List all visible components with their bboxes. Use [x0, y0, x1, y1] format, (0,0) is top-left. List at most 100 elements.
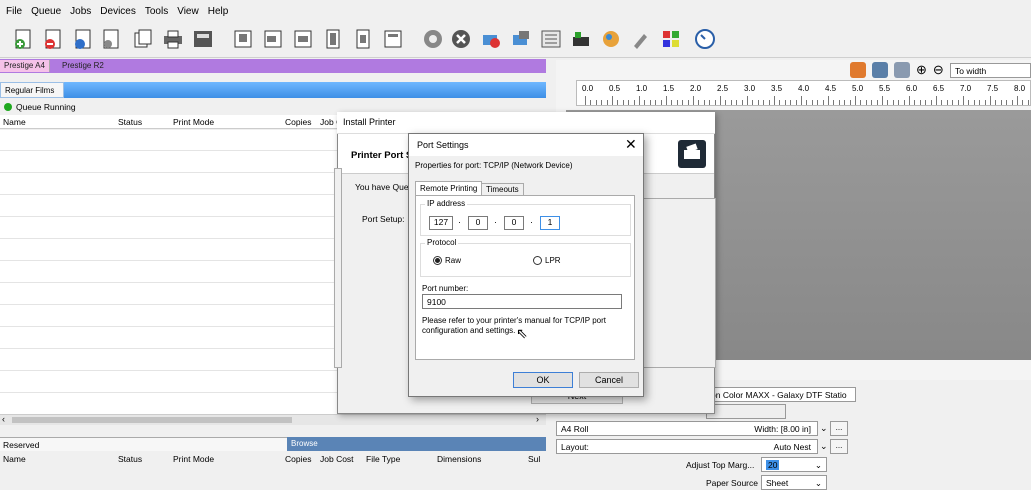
color-icon[interactable]: [598, 25, 624, 53]
layout-select[interactable]: Layout: Auto Nest: [556, 439, 818, 454]
ip-octet-4[interactable]: 1: [540, 216, 560, 230]
ruler-tick: [990, 96, 991, 105]
align-left-icon[interactable]: [260, 25, 286, 53]
menu-jobs[interactable]: Jobs: [70, 6, 91, 17]
paper-source-select[interactable]: Sheet ⌄: [761, 475, 827, 490]
roll-more-button[interactable]: ...: [830, 421, 848, 436]
chevron-down-icon[interactable]: ⌄: [820, 441, 828, 452]
rotate-icon[interactable]: [350, 25, 376, 53]
copy-job-icon[interactable]: [130, 25, 156, 53]
ink-icon[interactable]: [568, 25, 594, 53]
col-dimensions[interactable]: Dimensions: [437, 452, 481, 466]
horizontal-scrollbar[interactable]: ‹ ›: [0, 414, 546, 425]
zoom-select[interactable]: To width: [950, 63, 1031, 78]
zoom-in-icon[interactable]: ⊕: [916, 62, 927, 78]
scroll-thumb[interactable]: [12, 417, 292, 423]
films-label[interactable]: Regular Films: [0, 82, 64, 98]
layout-more-button[interactable]: ...: [830, 439, 848, 454]
lpr-radio[interactable]: [533, 256, 542, 265]
cancel-button[interactable]: Cancel: [579, 372, 639, 388]
ip-octet-2[interactable]: 0: [468, 216, 488, 230]
align-top-icon[interactable]: [230, 25, 256, 53]
port-number-field[interactable]: 9100: [422, 294, 622, 309]
menu-help[interactable]: Help: [208, 6, 229, 17]
ruler-tick: [973, 100, 975, 105]
layout-label: Layout:: [561, 442, 589, 452]
ip-octet-1[interactable]: 127: [429, 216, 453, 230]
ruler-label: 0.0: [582, 84, 594, 93]
ruler-tick: [725, 100, 727, 105]
ruler-tick: [914, 100, 916, 105]
col-status[interactable]: Status: [118, 115, 142, 129]
align-vertical-icon[interactable]: [320, 25, 346, 53]
ruler-tick: [595, 100, 597, 105]
adjust-top-margin-select[interactable]: 20 ⌄: [761, 457, 827, 472]
grid-icon[interactable]: [894, 62, 910, 78]
ruler-tick: [887, 100, 889, 105]
ruler-tick: [617, 100, 619, 105]
job-icon[interactable]: [98, 25, 124, 53]
paper-source-value: Sheet: [766, 478, 789, 488]
ruler-tick: [1011, 100, 1013, 105]
add-job-icon[interactable]: [10, 25, 36, 53]
printer-logo-icon: [678, 140, 706, 168]
brush-icon[interactable]: [628, 25, 654, 53]
print-red-icon[interactable]: [478, 25, 504, 53]
ip-address-label: IP address: [425, 199, 468, 208]
print-preview-icon[interactable]: [850, 62, 866, 78]
reserved-label[interactable]: Reserved: [3, 440, 39, 450]
col-print-mode[interactable]: Print Mode: [173, 452, 214, 466]
col-print-mode[interactable]: Print Mode: [173, 115, 214, 129]
scroll-right-icon[interactable]: ›: [536, 414, 539, 424]
col-name[interactable]: Name: [3, 115, 26, 129]
layout-icon[interactable]: [190, 25, 216, 53]
tab-timeouts[interactable]: Timeouts: [481, 183, 524, 195]
scroll-left-icon[interactable]: ‹: [2, 414, 5, 424]
col-status[interactable]: Status: [118, 452, 142, 466]
menu-view[interactable]: View: [177, 6, 199, 17]
menu-file[interactable]: File: [6, 6, 22, 17]
col-name[interactable]: Name: [3, 452, 26, 466]
col-copies[interactable]: Copies: [285, 452, 311, 466]
cancel-icon[interactable]: [448, 25, 474, 53]
install-heading: Printer Port S: [351, 150, 413, 161]
tab-prestige-a4[interactable]: Prestige A4: [0, 60, 50, 72]
menu-devices[interactable]: Devices: [100, 6, 136, 17]
menu-queue[interactable]: Queue: [31, 6, 61, 17]
remove-job-icon[interactable]: [40, 25, 66, 53]
chevron-down-icon[interactable]: ⌄: [820, 423, 828, 434]
refresh-job-icon[interactable]: [70, 25, 96, 53]
lpr-label[interactable]: LPR: [545, 256, 561, 265]
printer-icon[interactable]: [160, 25, 186, 53]
col-sub[interactable]: Sul: [528, 452, 540, 466]
ruler-tick: [930, 100, 932, 105]
page-icon[interactable]: [380, 25, 406, 53]
col-file-type[interactable]: File Type: [366, 452, 400, 466]
browse-tab[interactable]: Browse: [287, 437, 546, 451]
ruler-tick: [957, 100, 959, 105]
raw-radio[interactable]: [433, 256, 442, 265]
align-center-icon[interactable]: [290, 25, 316, 53]
col-job-cost[interactable]: Job Cost: [320, 452, 354, 466]
printer-select[interactable]: on Color MAXX - Galaxy DTF Statio ⌄: [706, 387, 856, 410]
ip-octet-3[interactable]: 0: [504, 216, 524, 230]
queue-list-icon[interactable]: [538, 25, 564, 53]
device-icon[interactable]: [508, 25, 534, 53]
ok-button[interactable]: OK: [513, 372, 573, 388]
ruler-tick: [644, 100, 646, 105]
col-copies[interactable]: Copies: [285, 115, 311, 129]
raw-label[interactable]: Raw: [445, 256, 461, 265]
ruler-tick: [1000, 100, 1002, 105]
zoom-out-icon[interactable]: ⊖: [933, 62, 944, 78]
roll-select[interactable]: A4 Roll Width: [8.00 in]: [556, 421, 818, 436]
close-icon[interactable]: ✕: [625, 136, 637, 153]
menu-tools[interactable]: Tools: [145, 6, 168, 17]
clock-icon[interactable]: [692, 25, 718, 53]
tab-prestige-r2[interactable]: Prestige R2: [58, 60, 108, 72]
scissors-icon[interactable]: [872, 62, 888, 78]
settings-icon[interactable]: [420, 25, 446, 53]
color-tools-icon[interactable]: [658, 25, 684, 53]
ruler-tick: [919, 100, 921, 105]
films-bar: [0, 82, 546, 98]
tab-remote-printing[interactable]: Remote Printing: [415, 181, 483, 195]
